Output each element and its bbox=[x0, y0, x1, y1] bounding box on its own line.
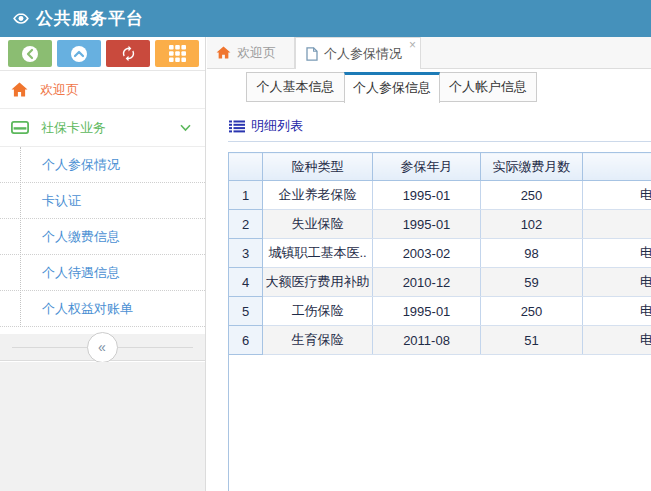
sidebar-item-card-authentication[interactable]: 卡认证 bbox=[0, 183, 205, 219]
close-icon[interactable]: × bbox=[409, 39, 416, 51]
section-title-label: 明细列表 bbox=[251, 117, 303, 135]
app-header: 公共服务平台 bbox=[0, 0, 651, 37]
cell-start-month: 1995-01 bbox=[373, 181, 481, 210]
datagrid: 险种类型 参保年月 实际缴费月数 1 企业养老保险 1995-01 250 电 bbox=[228, 152, 651, 491]
main-panel: 欢迎页 个人参保情况 × 个人基本信息 个人参保信息 个人帐户信息 明细列表 bbox=[207, 37, 651, 491]
card-icon bbox=[11, 121, 29, 134]
cell-paid-months: 250 bbox=[481, 181, 583, 210]
cell-start-month: 2011-08 bbox=[373, 326, 481, 355]
subtab-account-info[interactable]: 个人帐户信息 bbox=[439, 72, 537, 102]
table-row[interactable]: 3 城镇职工基本医.. 2003-02 98 电 bbox=[229, 239, 651, 268]
home-icon bbox=[11, 82, 28, 97]
cell-paid-months: 51 bbox=[481, 326, 583, 355]
sidebar-item-personal-insurance-status[interactable]: 个人参保情况 bbox=[0, 147, 205, 183]
cell-start-month: 1995-01 bbox=[373, 297, 481, 326]
cell-start-month: 2003-02 bbox=[373, 239, 481, 268]
grid-menu-button[interactable] bbox=[155, 40, 199, 67]
tab-label: 个人参保情况 bbox=[324, 45, 402, 63]
cell-insurance-type: 大额医疗费用补助 bbox=[263, 268, 373, 297]
col-header-rownum[interactable] bbox=[229, 153, 263, 181]
table-row[interactable]: 6 生育保险 2011-08 51 电 bbox=[229, 326, 651, 355]
tab-bar: 欢迎页 个人参保情况 × bbox=[207, 37, 651, 69]
cell-paid-months: 98 bbox=[481, 239, 583, 268]
sidebar-submenu: 个人参保情况 卡认证 个人缴费信息 个人待遇信息 个人权益对账单 bbox=[0, 147, 205, 327]
sidebar-item-welcome[interactable]: 欢迎页 bbox=[0, 71, 205, 109]
col-header-start-month[interactable]: 参保年月 bbox=[373, 153, 481, 181]
cell-paid-months: 59 bbox=[481, 268, 583, 297]
tab-welcome[interactable]: 欢迎页 bbox=[207, 37, 295, 68]
cell-extra bbox=[583, 210, 651, 239]
cell-extra: 电 bbox=[583, 239, 651, 268]
back-button[interactable] bbox=[8, 40, 52, 67]
sidebar: 欢迎页 社保卡业务 个人参保情况 卡认证 个人缴费信息 个人待遇信息 个人权益对… bbox=[0, 37, 206, 491]
cell-extra: 电 bbox=[583, 297, 651, 326]
tab-personal-insurance-status[interactable]: 个人参保情况 × bbox=[295, 37, 421, 69]
sidebar-group-social-card[interactable]: 社保卡业务 bbox=[0, 109, 205, 147]
chevron-down-icon bbox=[180, 124, 191, 132]
section-title: 明细列表 bbox=[229, 117, 303, 135]
cell-rownum: 5 bbox=[229, 297, 263, 326]
subtab-basic-info[interactable]: 个人基本信息 bbox=[246, 72, 345, 102]
table-header-row: 险种类型 参保年月 实际缴费月数 bbox=[229, 153, 651, 181]
sidebar-item-label: 欢迎页 bbox=[40, 81, 79, 99]
app: 公共服务平台 欢迎页 bbox=[0, 0, 651, 491]
cell-rownum: 2 bbox=[229, 210, 263, 239]
table-row[interactable]: 2 失业保险 1995-01 102 bbox=[229, 210, 651, 239]
table-row[interactable]: 4 大额医疗费用补助 2010-12 59 电 bbox=[229, 268, 651, 297]
sidebar-footer bbox=[0, 362, 205, 491]
cell-insurance-type: 生育保险 bbox=[263, 326, 373, 355]
sidebar-item-personal-rights-statement[interactable]: 个人权益对账单 bbox=[0, 291, 205, 327]
cell-rownum: 4 bbox=[229, 268, 263, 297]
col-header-insurance-type[interactable]: 险种类型 bbox=[263, 153, 373, 181]
up-button[interactable] bbox=[57, 40, 101, 67]
cell-start-month: 2010-12 bbox=[373, 268, 481, 297]
tab-label: 欢迎页 bbox=[237, 44, 276, 62]
table-row[interactable]: 5 工伤保险 1995-01 250 电 bbox=[229, 297, 651, 326]
cell-insurance-type: 工伤保险 bbox=[263, 297, 373, 326]
sidebar-toolbar bbox=[0, 37, 205, 71]
insurance-table: 险种类型 参保年月 实际缴费月数 1 企业养老保险 1995-01 250 电 bbox=[228, 152, 651, 355]
subtab-insurance-info[interactable]: 个人参保信息 bbox=[344, 72, 440, 103]
list-icon bbox=[229, 120, 245, 133]
sidebar-collapse-band: « bbox=[0, 334, 205, 361]
table-row[interactable]: 1 企业养老保险 1995-01 250 电 bbox=[229, 181, 651, 210]
cell-insurance-type: 失业保险 bbox=[263, 210, 373, 239]
col-header-paid-months[interactable]: 实际缴费月数 bbox=[481, 153, 583, 181]
refresh-button[interactable] bbox=[106, 40, 150, 67]
cell-rownum: 3 bbox=[229, 239, 263, 268]
collapse-sidebar-button[interactable]: « bbox=[87, 332, 118, 363]
divider bbox=[228, 141, 651, 142]
eye-icon bbox=[12, 12, 30, 25]
cell-extra: 电 bbox=[583, 181, 651, 210]
cell-rownum: 6 bbox=[229, 326, 263, 355]
cell-extra: 电 bbox=[583, 326, 651, 355]
sidebar-item-personal-benefit-info[interactable]: 个人待遇信息 bbox=[0, 255, 205, 291]
document-icon bbox=[306, 47, 318, 61]
sidebar-group-label: 社保卡业务 bbox=[41, 119, 106, 137]
cell-extra: 电 bbox=[583, 268, 651, 297]
sidebar-item-personal-payment-info[interactable]: 个人缴费信息 bbox=[0, 219, 205, 255]
cell-insurance-type: 企业养老保险 bbox=[263, 181, 373, 210]
sidebar-menu: 欢迎页 社保卡业务 个人参保情况 卡认证 个人缴费信息 个人待遇信息 个人权益对… bbox=[0, 71, 205, 327]
col-header-extra[interactable] bbox=[583, 153, 651, 181]
cell-insurance-type: 城镇职工基本医.. bbox=[263, 239, 373, 268]
cell-start-month: 1995-01 bbox=[373, 210, 481, 239]
cell-paid-months: 102 bbox=[481, 210, 583, 239]
subtab-bar: 个人基本信息 个人参保信息 个人帐户信息 bbox=[246, 72, 537, 103]
cell-paid-months: 250 bbox=[481, 297, 583, 326]
home-icon bbox=[216, 46, 231, 59]
app-title: 公共服务平台 bbox=[36, 7, 144, 30]
cell-rownum: 1 bbox=[229, 181, 263, 210]
